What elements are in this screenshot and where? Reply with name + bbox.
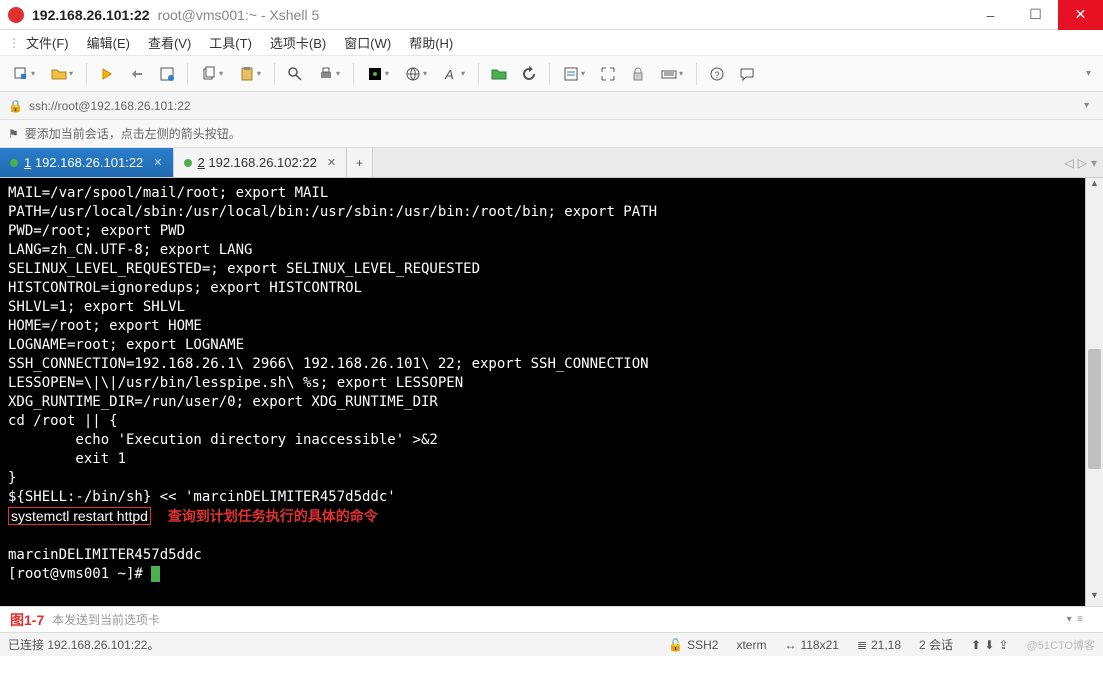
svg-text:?: ?: [715, 70, 720, 80]
toolbar-separator: [696, 63, 697, 85]
flag-icon[interactable]: ⚑: [8, 127, 19, 141]
menu-file[interactable]: 文件(F): [18, 31, 77, 54]
compose-placeholder[interactable]: 本发送到当前选项卡: [52, 611, 160, 628]
copy-button[interactable]: [194, 60, 230, 88]
toolbar-separator: [274, 63, 275, 85]
lock-button[interactable]: [624, 60, 652, 88]
menu-view[interactable]: 查看(V): [140, 31, 199, 54]
menu-tab[interactable]: 选项卡(B): [262, 31, 334, 54]
encoding-button[interactable]: [398, 60, 434, 88]
reconnect-button[interactable]: [93, 60, 121, 88]
keyboard-button[interactable]: [654, 60, 690, 88]
toolbar-separator: [549, 63, 550, 85]
scrollbar[interactable]: ▲ ▼: [1085, 178, 1103, 606]
terminal-wrap: MAIL=/var/spool/mail/root; export MAIL P…: [0, 178, 1103, 606]
toolbar: A ? ▾: [0, 56, 1103, 92]
svg-text:A: A: [444, 67, 454, 82]
open-folder-button[interactable]: [44, 60, 80, 88]
menu-tools[interactable]: 工具(T): [201, 31, 260, 54]
status-proto: 🔓 SSH2: [668, 638, 718, 652]
compose-dropdown-icon[interactable]: ▾ ≡: [1067, 614, 1095, 625]
tab-nav: ◁ ▷ ▾: [1059, 148, 1103, 177]
status-sessions: 2 会话: [919, 636, 953, 653]
status-size: ↔ 118x21: [784, 638, 838, 652]
tabbar: 1 192.168.26.101:22 ✕ 2 192.168.26.102:2…: [0, 148, 1103, 178]
tab-close-icon[interactable]: ✕: [327, 156, 336, 169]
fullscreen-button[interactable]: [594, 60, 622, 88]
info-bar: ⚑ 要添加当前会话，点击左侧的箭头按钮。: [0, 120, 1103, 148]
scroll-thumb[interactable]: [1088, 349, 1101, 469]
menu-window[interactable]: 窗口(W): [336, 31, 399, 54]
xftp-button[interactable]: [485, 60, 513, 88]
app-icon: [8, 7, 24, 23]
disconnect-button[interactable]: [123, 60, 151, 88]
title-appname: root@vms001:~ - Xshell 5: [158, 7, 320, 23]
help-button[interactable]: ?: [703, 60, 731, 88]
menu-edit[interactable]: 编辑(E): [79, 31, 138, 54]
toolbar-separator: [478, 63, 479, 85]
status-connection: 已连接 192.168.26.101:22。: [8, 636, 159, 653]
properties-button[interactable]: [153, 60, 181, 88]
tab-session-2[interactable]: 2 192.168.26.102:22 ✕: [174, 148, 348, 177]
menu-help[interactable]: 帮助(H): [401, 31, 461, 54]
minimize-button[interactable]: –: [968, 0, 1013, 30]
address-overflow[interactable]: ▾: [1078, 100, 1095, 111]
statusbar: 已连接 192.168.26.101:22。 🔓 SSH2 xterm ↔ 11…: [0, 632, 1103, 656]
close-button[interactable]: ✕: [1058, 0, 1103, 30]
tab-next-icon[interactable]: ▷: [1078, 156, 1087, 170]
watermark: @51CTO博客: [1027, 637, 1095, 653]
lock-icon: 🔒: [8, 99, 23, 113]
new-session-button[interactable]: [6, 60, 42, 88]
tab-label: 1 192.168.26.101:22: [24, 155, 143, 170]
refresh-button[interactable]: [515, 60, 543, 88]
toolbar-separator: [353, 63, 354, 85]
window-controls: – ☐ ✕: [968, 0, 1103, 30]
paste-button[interactable]: [232, 60, 268, 88]
tab-session-1[interactable]: 1 192.168.26.101:22 ✕: [0, 148, 174, 177]
find-button[interactable]: [281, 60, 309, 88]
status-dot-icon: [184, 159, 192, 167]
tab-prev-icon[interactable]: ◁: [1065, 156, 1074, 170]
status-caps: ⬆ ⬇ ⇪: [971, 638, 1009, 652]
terminal[interactable]: MAIL=/var/spool/mail/root; export MAIL P…: [0, 178, 1085, 606]
toolbar-overflow[interactable]: ▾: [1080, 68, 1097, 79]
titlebar: 192.168.26.101:22 root@vms001:~ - Xshell…: [0, 0, 1103, 30]
status-dot-icon: [10, 159, 18, 167]
figure-label: 图1-7: [10, 610, 44, 630]
tab-close-icon[interactable]: ✕: [153, 156, 162, 169]
menubar: ⋮ 文件(F) 编辑(E) 查看(V) 工具(T) 选项卡(B) 窗口(W) 帮…: [0, 30, 1103, 56]
compose-bar: 图1-7 本发送到当前选项卡 ▾ ≡: [0, 606, 1103, 632]
info-text: 要添加当前会话，点击左侧的箭头按钮。: [25, 125, 241, 142]
tab-list-icon[interactable]: ▾: [1091, 156, 1097, 170]
colorscheme-button[interactable]: [360, 60, 396, 88]
new-tab-button[interactable]: +: [347, 148, 373, 177]
scroll-up-icon[interactable]: ▲: [1086, 178, 1103, 194]
font-button[interactable]: A: [436, 60, 472, 88]
script-button[interactable]: [556, 60, 592, 88]
address-url[interactable]: ssh://root@192.168.26.101:22: [29, 99, 191, 113]
menubar-grip[interactable]: ⋮: [8, 36, 16, 50]
toolbar-separator: [86, 63, 87, 85]
status-term: xterm: [736, 638, 766, 652]
maximize-button[interactable]: ☐: [1013, 0, 1058, 30]
chat-button[interactable]: [733, 60, 761, 88]
scroll-down-icon[interactable]: ▼: [1086, 590, 1103, 606]
toolbar-separator: [187, 63, 188, 85]
address-bar: 🔒 ssh://root@192.168.26.101:22 ▾: [0, 92, 1103, 120]
print-button[interactable]: [311, 60, 347, 88]
status-cursor: ≣ 21,18: [857, 638, 901, 652]
tab-label: 2 192.168.26.102:22: [198, 155, 317, 170]
title-host: 192.168.26.101:22: [32, 7, 150, 23]
